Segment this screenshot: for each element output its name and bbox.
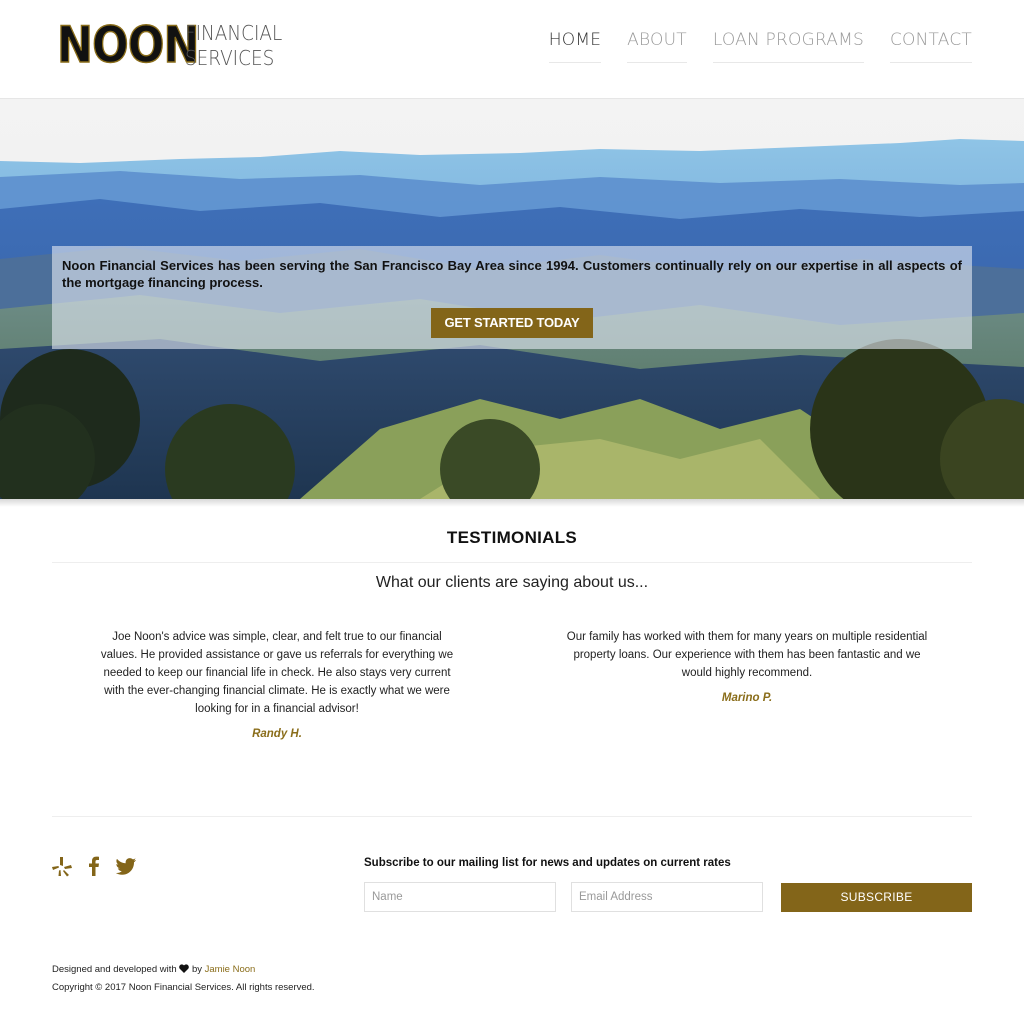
nav-contact[interactable]: CONTACT	[889, 30, 972, 63]
hero-shadow	[0, 499, 1024, 507]
main-nav: HOME ABOUT LOAN PROGRAMS CONTACT	[523, 30, 972, 63]
site-header: NOON FINANCIAL SERVICES HOME ABOUT LOAN …	[0, 0, 1024, 99]
hero-banner: Noon Financial Services has been serving…	[0, 99, 1024, 499]
logo-subtitle-line1: FINANCIAL	[185, 21, 283, 45]
testimonial-card: Our family has worked with them for many…	[562, 628, 932, 707]
testimonial-quote: Joe Noon's advice was simple, clear, and…	[100, 631, 454, 715]
hero-intro-text: Noon Financial Services has been serving…	[62, 258, 962, 290]
logo-subtitle-line2: SERVICES	[185, 46, 275, 70]
nav-about[interactable]: ABOUT	[627, 30, 687, 63]
twitter-icon[interactable]	[115, 855, 137, 877]
footer-designed-text: Designed and developed with	[52, 964, 177, 975]
footer-copyright: Copyright © 2017 Noon Financial Services…	[52, 982, 315, 993]
testimonial-quote: Our family has worked with them for many…	[566, 631, 928, 679]
hero-intro-panel: Noon Financial Services has been serving…	[52, 246, 972, 349]
divider	[52, 562, 972, 563]
testimonial-author: Marino P.	[721, 692, 773, 704]
logo-wordmark: NOON	[56, 16, 200, 74]
testimonial-author: Randy H.	[252, 728, 302, 740]
social-links	[51, 855, 137, 877]
newsletter-label: Subscribe to our mailing list for news a…	[364, 857, 731, 869]
get-started-button[interactable]: GET STARTED TODAY	[431, 308, 593, 338]
heart-icon	[179, 964, 192, 975]
author-link[interactable]: Jamie Noon	[205, 964, 256, 975]
testimonial-card: Joe Noon's advice was simple, clear, and…	[100, 628, 454, 743]
nav-loan-programs[interactable]: LOAN PROGRAMS	[712, 30, 864, 63]
logo-subtitle: FINANCIAL SERVICES	[185, 21, 282, 71]
testimonials-heading: TESTIMONIALS	[446, 528, 578, 547]
facebook-icon[interactable]	[83, 855, 105, 877]
email-field[interactable]: Email Address	[571, 882, 763, 912]
footer-credit: Designed and developed with by Jamie Noo…	[52, 964, 255, 975]
yelp-icon[interactable]	[51, 855, 73, 877]
divider	[52, 816, 972, 817]
name-field[interactable]: Name	[364, 882, 556, 912]
footer-by-text: by	[191, 964, 202, 975]
subscribe-button[interactable]: SUBSCRIBE	[781, 883, 972, 912]
testimonials-subtitle: What our clients are saying about us...	[375, 574, 649, 591]
nav-home[interactable]: HOME	[548, 30, 602, 63]
